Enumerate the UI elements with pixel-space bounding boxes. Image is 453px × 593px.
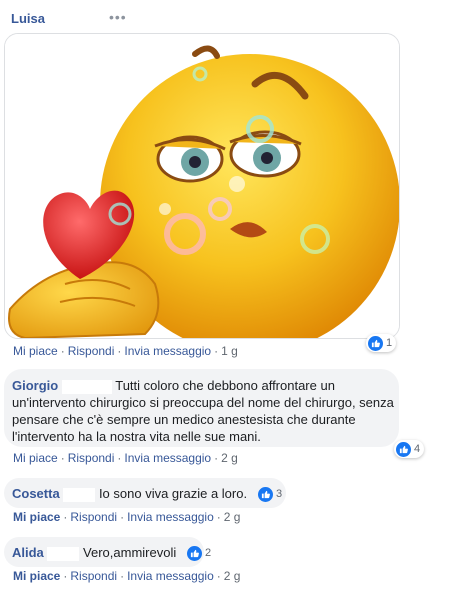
comment-text-line: l'intervento ha la nostra vita nelle sue…: [12, 429, 261, 444]
reaction-count[interactable]: 1: [366, 334, 397, 352]
redacted-name: [63, 487, 96, 502]
reaction-count[interactable]: 3: [256, 485, 286, 503]
reply-link[interactable]: Rispondi: [70, 569, 117, 583]
redacted-name: [47, 546, 80, 561]
comment-text: Io sono viva grazie a loro.: [98, 486, 248, 501]
comment-text: Vero,ammirevoli: [83, 545, 177, 560]
timestamp[interactable]: 1 g: [221, 344, 238, 358]
redacted-name: [61, 379, 112, 394]
like-link[interactable]: Mi piace: [13, 344, 58, 358]
comment-bubble: Giorgio Tutti coloro che debbono affront…: [4, 369, 399, 447]
reaction-count[interactable]: 4: [394, 440, 425, 458]
thumbs-up-icon: [187, 545, 202, 561]
comment-text-line: Tutti coloro che debbono affrontare un: [115, 378, 335, 393]
timestamp[interactable]: 2 g: [224, 569, 241, 583]
comment-actions: Mi piace · Rispondi · Invia messaggio · 2 g: [13, 451, 238, 465]
post-actions: Mi piace · Rispondi · Invia messaggio · 1 g: [13, 344, 238, 358]
like-link[interactable]: Mi piace: [13, 569, 60, 583]
ellipsis-icon[interactable]: •••: [109, 9, 127, 25]
comment-text-line: pensare che c'è sempre un medico anestes…: [12, 412, 356, 427]
reply-link[interactable]: Rispondi: [68, 451, 115, 465]
comment-bubble: Alida Vero,ammirevoli: [4, 537, 204, 567]
comment-actions: Mi piace · Rispondi · Invia messaggio · 2 g: [13, 510, 241, 524]
thumbs-up-icon: [258, 486, 273, 502]
kiss-emoji-heart-icon: [5, 34, 399, 338]
send-message-link[interactable]: Invia messaggio: [127, 569, 214, 583]
gif-image[interactable]: [4, 33, 400, 339]
comment-actions: Mi piace · Rispondi · Invia messaggio · 2 g: [13, 569, 241, 583]
like-link[interactable]: Mi piace: [13, 510, 60, 524]
reply-link[interactable]: Rispondi: [70, 510, 117, 524]
send-message-link[interactable]: Invia messaggio: [127, 510, 214, 524]
comment-author[interactable]: Cosetta: [12, 486, 60, 501]
thumbs-up-icon: [396, 441, 411, 457]
timestamp[interactable]: 2 g: [221, 451, 238, 465]
comment-author[interactable]: Giorgio: [12, 378, 58, 393]
reaction-count[interactable]: 2: [185, 544, 215, 562]
post-author[interactable]: Luisa: [11, 11, 45, 26]
thumbs-up-icon: [368, 335, 383, 351]
timestamp[interactable]: 2 g: [224, 510, 241, 524]
comment-bubble: Cosetta Io sono viva grazie a loro.: [4, 478, 286, 508]
comment-text-line: un'intervento chirurgico si preoccupa de…: [12, 395, 394, 410]
like-link[interactable]: Mi piace: [13, 451, 58, 465]
reply-link[interactable]: Rispondi: [68, 344, 115, 358]
comment-author[interactable]: Alida: [12, 545, 44, 560]
send-message-link[interactable]: Invia messaggio: [124, 344, 211, 358]
send-message-link[interactable]: Invia messaggio: [124, 451, 211, 465]
